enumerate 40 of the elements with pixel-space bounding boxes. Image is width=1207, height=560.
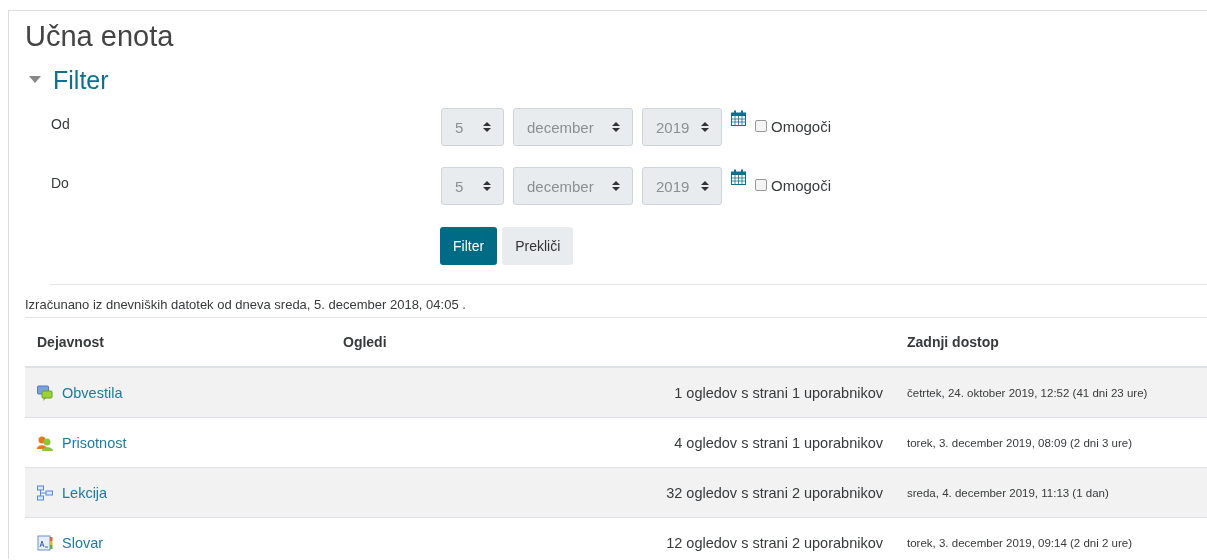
enable-checkbox[interactable] bbox=[755, 120, 767, 132]
sort-arrows-icon bbox=[701, 121, 709, 133]
month-select[interactable]: december bbox=[513, 108, 633, 146]
date-label: Od bbox=[50, 115, 71, 134]
cancel-button[interactable]: Prekliči bbox=[502, 227, 574, 265]
activity-link[interactable]: Slovar bbox=[62, 534, 104, 551]
book-icon bbox=[37, 534, 53, 551]
enable-label[interactable]: Omogoči bbox=[771, 118, 832, 135]
sort-arrows-icon bbox=[612, 180, 620, 192]
year-select[interactable]: 2019 bbox=[642, 167, 722, 205]
day-select[interactable]: 5 bbox=[441, 167, 504, 205]
last-access-cell: sreda, 4. december 2019, 11:13 (1 dan) bbox=[895, 467, 1207, 518]
page-title: Učna enota bbox=[25, 19, 175, 54]
collapse-caret-icon[interactable] bbox=[29, 76, 41, 84]
sort-arrows-icon bbox=[612, 121, 620, 133]
log-note: Izračunano iz dnevniških datotek od dneva sreda, 5. december 2018, 04:05 . bbox=[25, 297, 1207, 318]
flowchart-icon bbox=[37, 484, 53, 501]
views-cell: 1 ogledov s strani 1 uporabnikov bbox=[331, 367, 895, 418]
chat-bubbles-icon bbox=[37, 384, 53, 401]
filter-button[interactable]: Filter bbox=[440, 227, 498, 265]
month-select[interactable]: december bbox=[513, 167, 633, 205]
activity-link[interactable]: Obvestila bbox=[62, 384, 123, 401]
sort-arrows-icon bbox=[483, 180, 491, 192]
calendar-icon[interactable] bbox=[731, 110, 746, 126]
activity-link[interactable]: Lekcija bbox=[62, 484, 108, 501]
last-access-cell: torek, 3. december 2019, 09:14 (2 dni 2 ure) bbox=[895, 517, 1207, 559]
people-icon bbox=[37, 434, 53, 451]
date-label: Do bbox=[50, 174, 70, 193]
views-cell: 32 ogledov s strani 2 uporabnikov bbox=[331, 467, 895, 518]
sort-arrows-icon bbox=[483, 121, 491, 133]
day-select[interactable]: 5 bbox=[441, 108, 504, 146]
calendar-icon[interactable] bbox=[731, 169, 746, 185]
sort-arrows-icon bbox=[701, 180, 709, 192]
year-select[interactable]: 2019 bbox=[642, 108, 722, 146]
enable-checkbox[interactable] bbox=[755, 179, 767, 191]
views-cell: 12 ogledov s strani 2 uporabnikov bbox=[331, 517, 895, 559]
filter-heading[interactable]: Filter bbox=[53, 65, 109, 95]
activity-link[interactable]: Prisotnost bbox=[62, 434, 127, 451]
enable-label[interactable]: Omogoči bbox=[771, 177, 832, 194]
last-access-cell: četrtek, 24. oktober 2019, 12:52 (41 dni 23 ure) bbox=[895, 367, 1207, 418]
